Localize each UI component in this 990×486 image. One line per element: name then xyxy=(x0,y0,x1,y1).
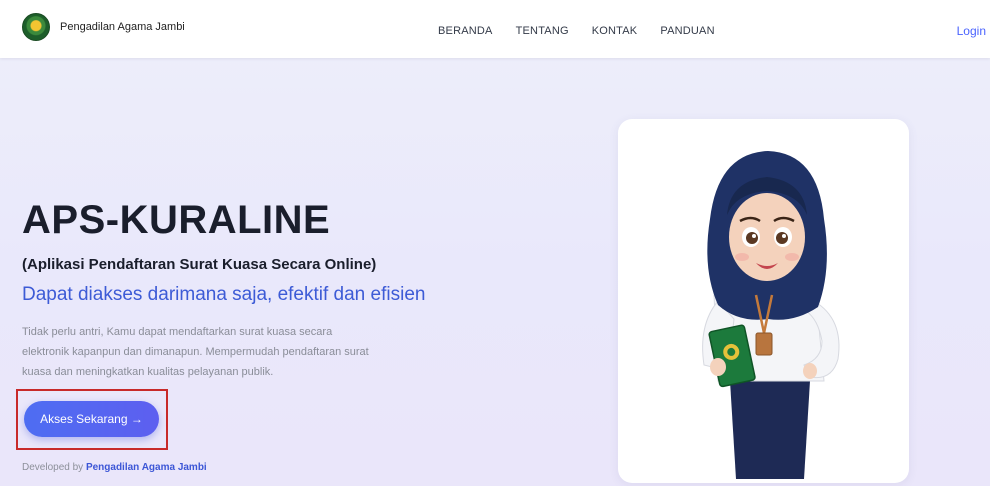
nav-panduan[interactable]: PANDUAN xyxy=(660,25,714,37)
nav-tentang[interactable]: TENTANG xyxy=(516,25,569,37)
court-emblem-icon xyxy=(22,13,50,41)
hero-subtitle: (Aplikasi Pendaftaran Surat Kuasa Secara… xyxy=(22,256,377,273)
brand[interactable]: Pengadilan Agama Jambi xyxy=(22,13,185,41)
developer-link[interactable]: Pengadilan Agama Jambi xyxy=(86,462,207,473)
brand-name: Pengadilan Agama Jambi xyxy=(60,21,185,33)
developed-prefix: Developed by xyxy=(22,462,86,473)
nav-kontak[interactable]: KONTAK xyxy=(592,25,638,37)
akses-sekarang-button[interactable]: Akses Sekarang → xyxy=(24,401,159,437)
top-navbar: Pengadilan Agama Jambi BERANDA TENTANG K… xyxy=(0,0,990,58)
illustration-card xyxy=(618,119,909,483)
login-link[interactable]: Login xyxy=(957,24,986,38)
hero-description: Tidak perlu antri, Kamu dapat mendaftark… xyxy=(22,326,369,378)
nav-beranda[interactable]: BERANDA xyxy=(438,25,493,37)
hijab-woman-illustration xyxy=(702,151,840,479)
nav-links: BERANDA TENTANG KONTAK PANDUAN xyxy=(438,25,738,37)
hero-tagline: Dapat diakses darimana saja, efektif dan… xyxy=(22,284,426,305)
hero-title: APS-KURALINE xyxy=(22,198,331,242)
developed-by: Developed by Pengadilan Agama Jambi xyxy=(22,462,207,473)
